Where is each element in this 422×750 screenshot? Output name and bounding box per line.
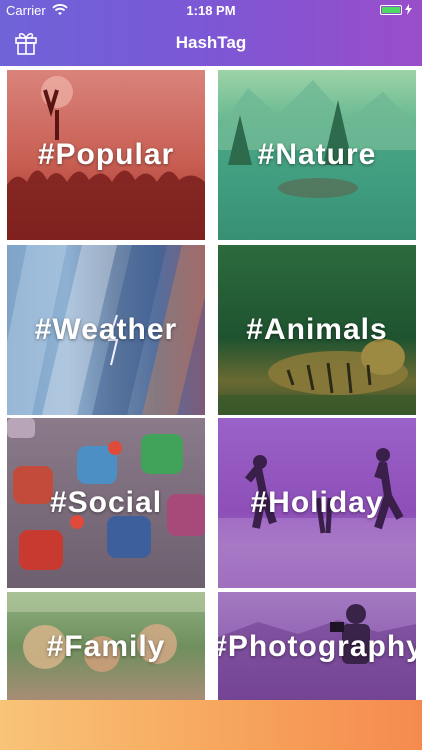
tile-label-animals: #Animals: [246, 313, 388, 346]
page-title: HashTag: [175, 33, 247, 52]
tile-label-nature: #Nature: [257, 138, 377, 171]
tile-popular[interactable]: #Popular: [7, 70, 205, 240]
tile-label-holiday: #Holiday: [250, 486, 384, 519]
tile-label-photography: #Photography: [218, 630, 416, 663]
tile-label-weather: #Weather: [34, 313, 178, 346]
charging-bolt-icon: [405, 4, 412, 15]
tile-photography[interactable]: #Photography: [218, 592, 416, 700]
tile-holiday[interactable]: #Holiday: [218, 418, 416, 588]
battery-indicator: [380, 4, 412, 15]
status-time: 1:18 PM: [186, 3, 236, 18]
status-bar: Carrier 1:18 PM: [0, 0, 422, 22]
tile-nature[interactable]: #Nature: [218, 70, 416, 240]
tile-weather[interactable]: #Weather: [7, 245, 205, 415]
tile-animals[interactable]: #Animals: [218, 245, 416, 415]
battery-fill: [382, 6, 400, 13]
battery-icon: [380, 4, 402, 15]
tile-label-popular: #Popular: [37, 138, 175, 171]
navigation-bar: HashTag: [0, 22, 422, 66]
tile-label-family: #Family: [46, 630, 166, 663]
app-header: Carrier 1:18 PM HashTag: [0, 0, 422, 66]
tile-social[interactable]: #Social: [7, 418, 205, 588]
hashtag-grid: #Popular #Nature #Weather #Animals #Soci…: [0, 66, 422, 700]
tile-family[interactable]: #Family: [7, 592, 205, 700]
bottom-banner: [0, 700, 422, 750]
tile-label-social: #Social: [49, 486, 163, 519]
